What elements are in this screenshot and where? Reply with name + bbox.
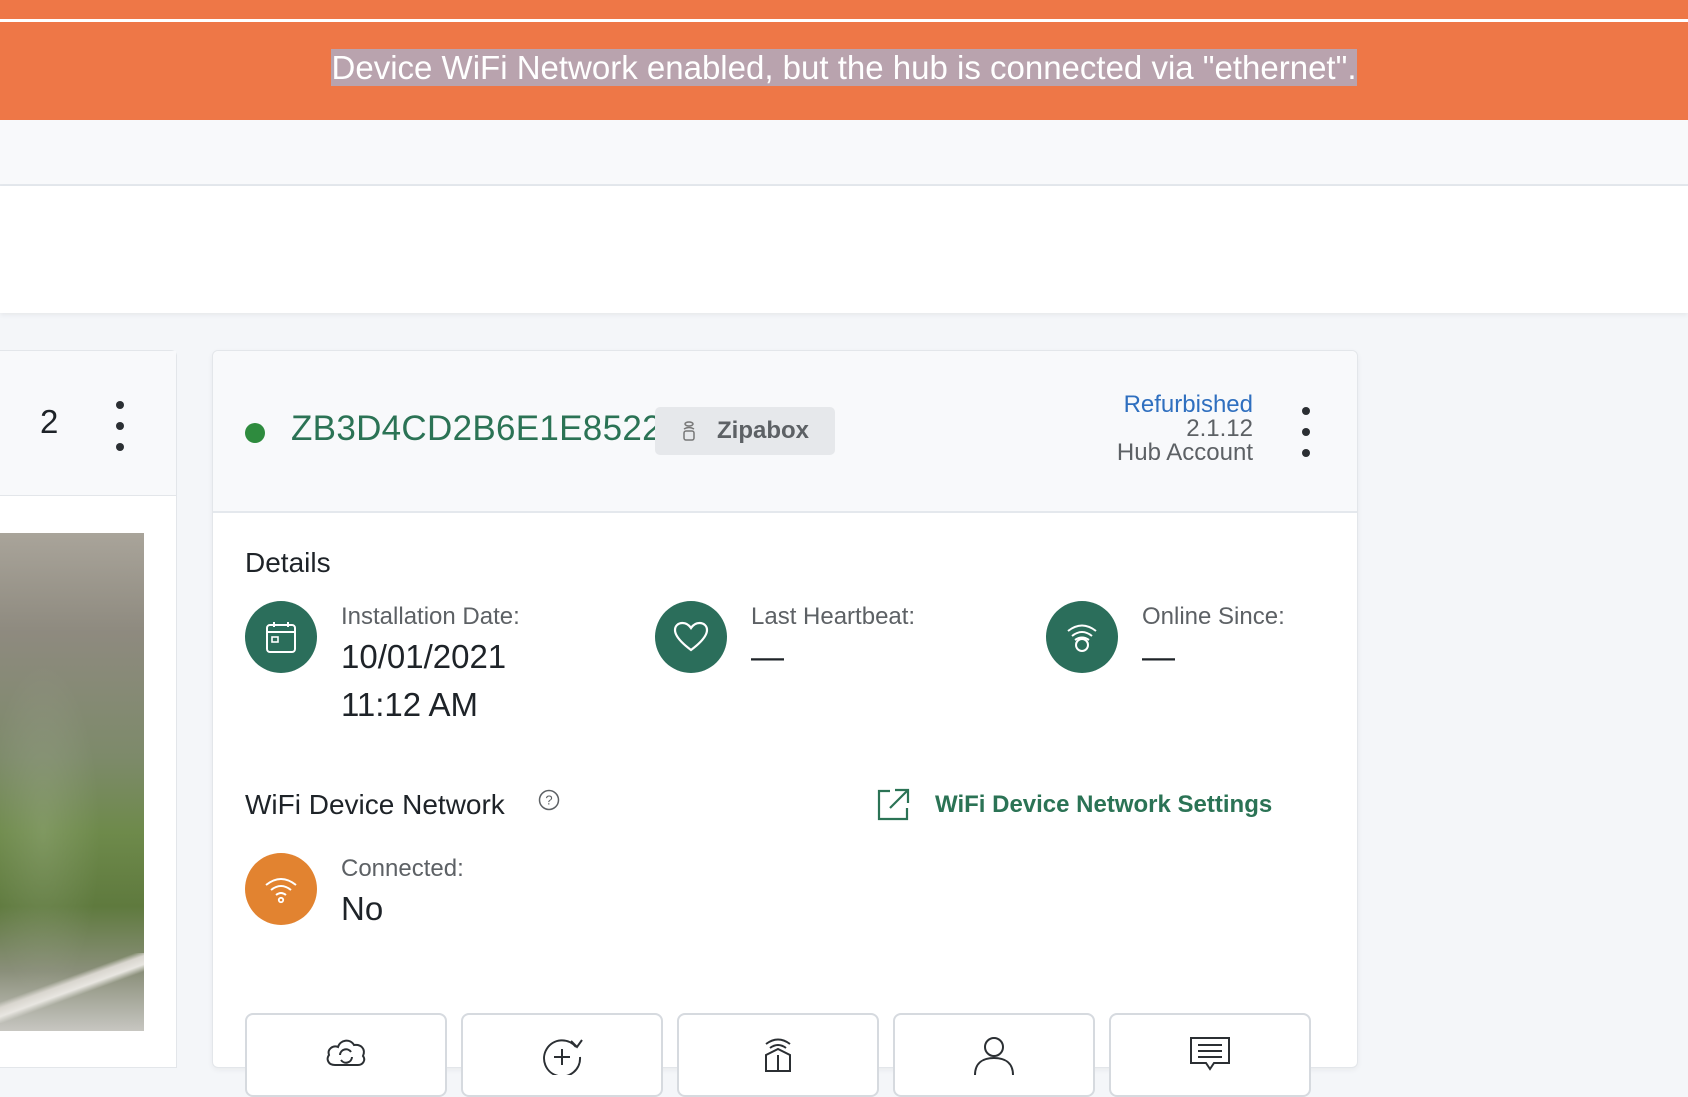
hub-device-button[interactable] — [677, 1013, 879, 1097]
banner-divider — [0, 19, 1688, 22]
details-title: Details — [245, 547, 331, 578]
connected-label: Connected: — [341, 855, 464, 882]
firmware-version: 2.1.12 — [1186, 415, 1253, 442]
hub-account-label: Hub Account — [1116, 439, 1253, 466]
hub-type-tag: Zipabox — [655, 407, 835, 455]
wifi-signal-icon — [1067, 624, 1097, 652]
hub-icon — [683, 421, 695, 441]
hub-card-header: ZB3D4CD2B6E1E8522A Zipabox Refurbished 2… — [213, 351, 1357, 513]
installation-date-label: Installation Date: — [341, 603, 520, 630]
wifi-network-settings-link[interactable]: WiFi Device Network Settings — [875, 787, 1272, 823]
calendar-icon-circle — [245, 601, 317, 673]
online-since-value: — — [1142, 638, 1175, 675]
installation-time-value: 11:12 AM — [341, 686, 478, 723]
installation-date-value: 10/01/2021 — [341, 638, 507, 675]
connected-value: No — [341, 890, 384, 927]
calendar-icon — [266, 622, 296, 653]
svg-text:?: ? — [545, 793, 552, 808]
last-heartbeat-label: Last Heartbeat: — [751, 603, 916, 630]
warning-banner: Device WiFi Network enabled, but the hub… — [0, 0, 1688, 120]
heart-icon-circle — [655, 601, 727, 673]
banner-message: Device WiFi Network enabled, but the hub… — [330, 49, 1358, 86]
help-icon[interactable]: ? — [538, 789, 560, 811]
online-status-dot — [245, 423, 265, 443]
previous-card-count: 2 — [40, 403, 59, 440]
previous-card-header: 2 — [0, 351, 176, 496]
heart-icon — [673, 621, 709, 652]
wifi-network-title: WiFi Device Network — [245, 789, 505, 820]
page-header-area — [0, 186, 1688, 313]
wifi-icon-circle — [245, 853, 317, 925]
wifi-network-settings-label: WiFi Device Network Settings — [935, 791, 1273, 818]
cloud-sync-icon — [326, 1039, 366, 1066]
hub-meta: Refurbished 2.1.12 Hub Account — [1117, 393, 1253, 465]
landscape-photo — [0, 533, 144, 1031]
user-account-button[interactable] — [893, 1013, 1095, 1097]
add-refresh-icon — [543, 1039, 583, 1075]
hub-device-icon — [765, 1038, 791, 1072]
hub-type-label: Zipabox — [717, 417, 810, 444]
hub-card-menu-button[interactable] — [1296, 407, 1316, 457]
hub-serial-id[interactable]: ZB3D4CD2B6E1E8522A — [291, 409, 686, 449]
online-since-label: Online Since: — [1142, 603, 1285, 630]
user-icon — [974, 1037, 1014, 1075]
hub-card: ZB3D4CD2B6E1E8522A Zipabox Refurbished 2… — [212, 350, 1358, 1097]
signal-icon-circle — [1046, 601, 1118, 673]
last-heartbeat-value: — — [751, 638, 784, 675]
previous-hub-card: 2 — [0, 350, 177, 1068]
external-link-icon — [877, 788, 910, 821]
message-icon — [1190, 1037, 1230, 1071]
message-button[interactable] — [1109, 1013, 1311, 1097]
cloud-sync-button[interactable] — [245, 1013, 447, 1097]
condition-link[interactable]: Refurbished — [1117, 393, 1253, 417]
add-refresh-button[interactable] — [461, 1013, 663, 1097]
previous-card-menu-button[interactable] — [110, 401, 130, 451]
sub-header-bar — [0, 120, 1688, 186]
wifi-icon — [265, 878, 297, 904]
